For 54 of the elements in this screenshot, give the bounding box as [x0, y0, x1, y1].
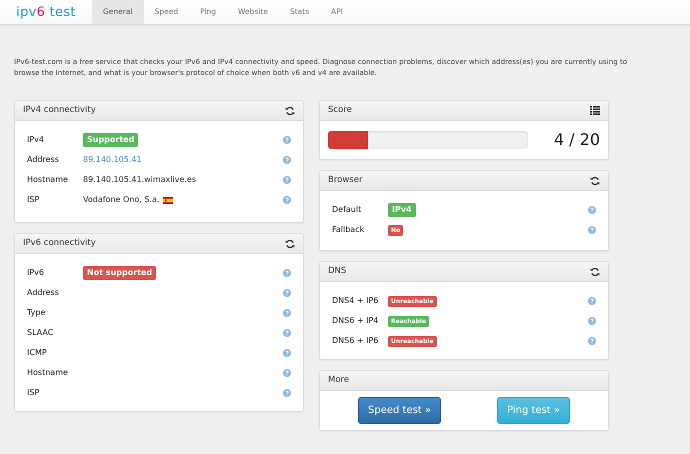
help-icon[interactable]	[283, 369, 291, 377]
row-label: SLAAC	[27, 327, 54, 339]
score-value: 4 / 20	[554, 129, 600, 151]
row-value: 89.140.105.41.wimaxlive.es	[83, 174, 196, 186]
list-icon[interactable]	[590, 106, 600, 115]
refresh-icon[interactable]	[590, 266, 600, 276]
row-label: Hostname	[27, 174, 69, 186]
row-label: Fallback	[332, 224, 366, 236]
panel-title: More	[328, 374, 350, 387]
help-icon[interactable]	[283, 176, 291, 184]
row-label: IPv6	[27, 267, 46, 279]
row-label: Address	[27, 154, 60, 166]
help-icon[interactable]	[588, 226, 596, 234]
help-icon[interactable]	[283, 136, 291, 144]
help-icon[interactable]	[283, 349, 291, 357]
row-label: ISP	[27, 387, 40, 399]
row-label: Hostname	[27, 367, 69, 379]
logo[interactable]: ipv6 test	[16, 6, 76, 18]
row-label: ISP	[27, 194, 40, 206]
row-label: Address	[27, 287, 60, 299]
help-icon[interactable]	[588, 337, 596, 345]
help-icon[interactable]	[283, 156, 291, 164]
help-icon[interactable]	[283, 196, 291, 204]
row-label: ICMP	[27, 347, 48, 359]
panel-title: IPv6 connectivity	[23, 237, 96, 250]
panel-title: DNS	[328, 265, 346, 278]
panel-title: Browser	[328, 174, 362, 187]
help-icon[interactable]	[588, 206, 596, 214]
help-icon[interactable]	[283, 289, 291, 297]
refresh-icon[interactable]	[285, 106, 295, 116]
address-link[interactable]: 89.140.105.41	[83, 154, 142, 166]
status-label: Not supported	[83, 266, 156, 280]
panel-title: Score	[328, 104, 352, 117]
row-label: DNS4 + IP6	[332, 295, 380, 307]
help-icon[interactable]	[588, 297, 596, 305]
row-label: DNS6 + IP4	[332, 315, 380, 327]
help-icon[interactable]	[283, 269, 291, 277]
status-label: IPv4	[388, 203, 416, 217]
spain-flag-icon	[163, 196, 174, 204]
test-button[interactable]: Ping test »	[497, 397, 570, 424]
row-label: DNS6 + IP6	[332, 335, 380, 347]
panel-title: IPv4 connectivity	[23, 104, 96, 117]
row-label: Type	[27, 307, 46, 319]
help-icon[interactable]	[283, 329, 291, 337]
row-value: Vodafone Ono, S.a.	[83, 194, 160, 206]
refresh-icon[interactable]	[285, 238, 295, 248]
help-icon[interactable]	[283, 389, 291, 397]
help-icon[interactable]	[588, 317, 596, 325]
row-label: Default	[332, 204, 362, 216]
status-label: Supported	[83, 133, 138, 147]
row-label: IPv4	[27, 134, 46, 146]
refresh-icon[interactable]	[590, 176, 600, 186]
help-icon[interactable]	[283, 309, 291, 317]
test-button[interactable]: Speed test »	[358, 397, 442, 424]
